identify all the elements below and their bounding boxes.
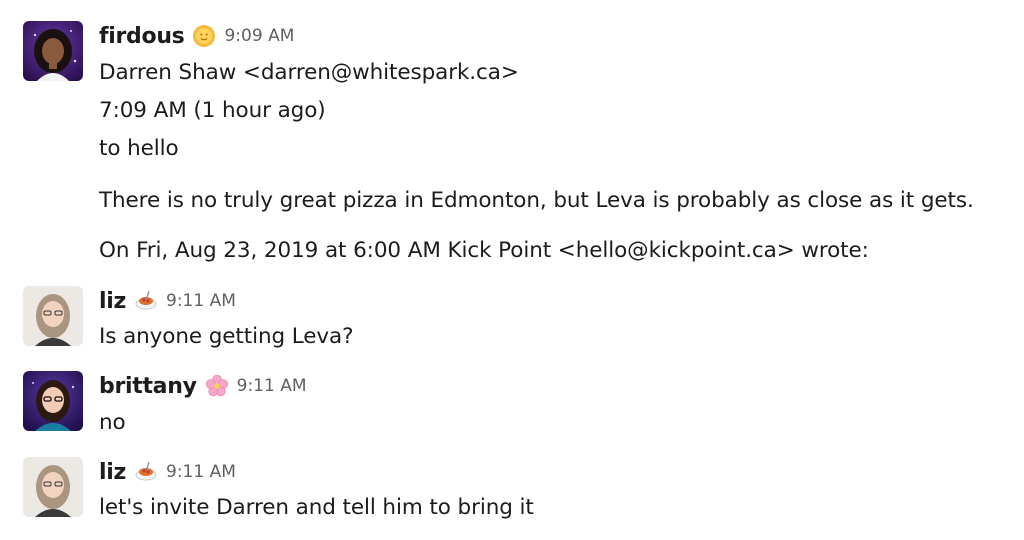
message-text-line: to hello — [99, 136, 179, 161]
message-timestamp[interactable]: 9:09 AM — [224, 26, 294, 46]
message-liz[interactable]: liz 9:11 AM Is anyone getting Leva? — [0, 280, 1024, 360]
message-firdous[interactable]: firdous 9:09 AM Darren Shaw <darren@whit… — [0, 0, 1024, 275]
sun-with-face-emoji-icon — [192, 24, 216, 48]
message-timestamp[interactable]: 9:11 AM — [166, 462, 236, 482]
cherry-blossom-emoji-icon — [205, 374, 229, 398]
avatar-liz-image — [23, 286, 83, 346]
spaghetti-emoji-icon — [134, 460, 158, 484]
message-text-line: no — [99, 410, 126, 435]
message-text-line: Darren Shaw <darren@whitespark.ca> — [99, 60, 519, 85]
avatar-firdous-image — [23, 21, 83, 81]
avatar-brittany[interactable] — [23, 371, 83, 431]
message-text-line: 7:09 AM (1 hour ago) — [99, 98, 326, 123]
avatar-liz-image — [23, 457, 83, 517]
message-brittany[interactable]: brittany 9:11 AM no — [0, 366, 1024, 446]
avatar-liz[interactable] — [23, 286, 83, 346]
spaghetti-emoji-icon — [134, 289, 158, 313]
message-liz[interactable]: liz 9:11 AM let's invite Darren and tell… — [0, 451, 1024, 536]
message-text-line: let's invite Darren and tell him to brin… — [99, 495, 534, 520]
author-name[interactable]: brittany — [99, 374, 197, 399]
message-text-line: Is anyone getting Leva? — [99, 324, 354, 349]
message-timestamp[interactable]: 9:11 AM — [237, 376, 307, 396]
avatar-firdous[interactable] — [23, 21, 83, 81]
author-name[interactable]: liz — [99, 289, 126, 314]
message-timestamp[interactable]: 9:11 AM — [166, 291, 236, 311]
message-text-line: On Fri, Aug 23, 2019 at 6:00 AM Kick Poi… — [99, 238, 869, 263]
author-name[interactable]: firdous — [99, 24, 185, 49]
author-name[interactable]: liz — [99, 460, 126, 485]
message-text-line: There is no truly great pizza in Edmonto… — [99, 188, 974, 213]
avatar-liz[interactable] — [23, 457, 83, 517]
avatar-brittany-image — [23, 371, 83, 431]
